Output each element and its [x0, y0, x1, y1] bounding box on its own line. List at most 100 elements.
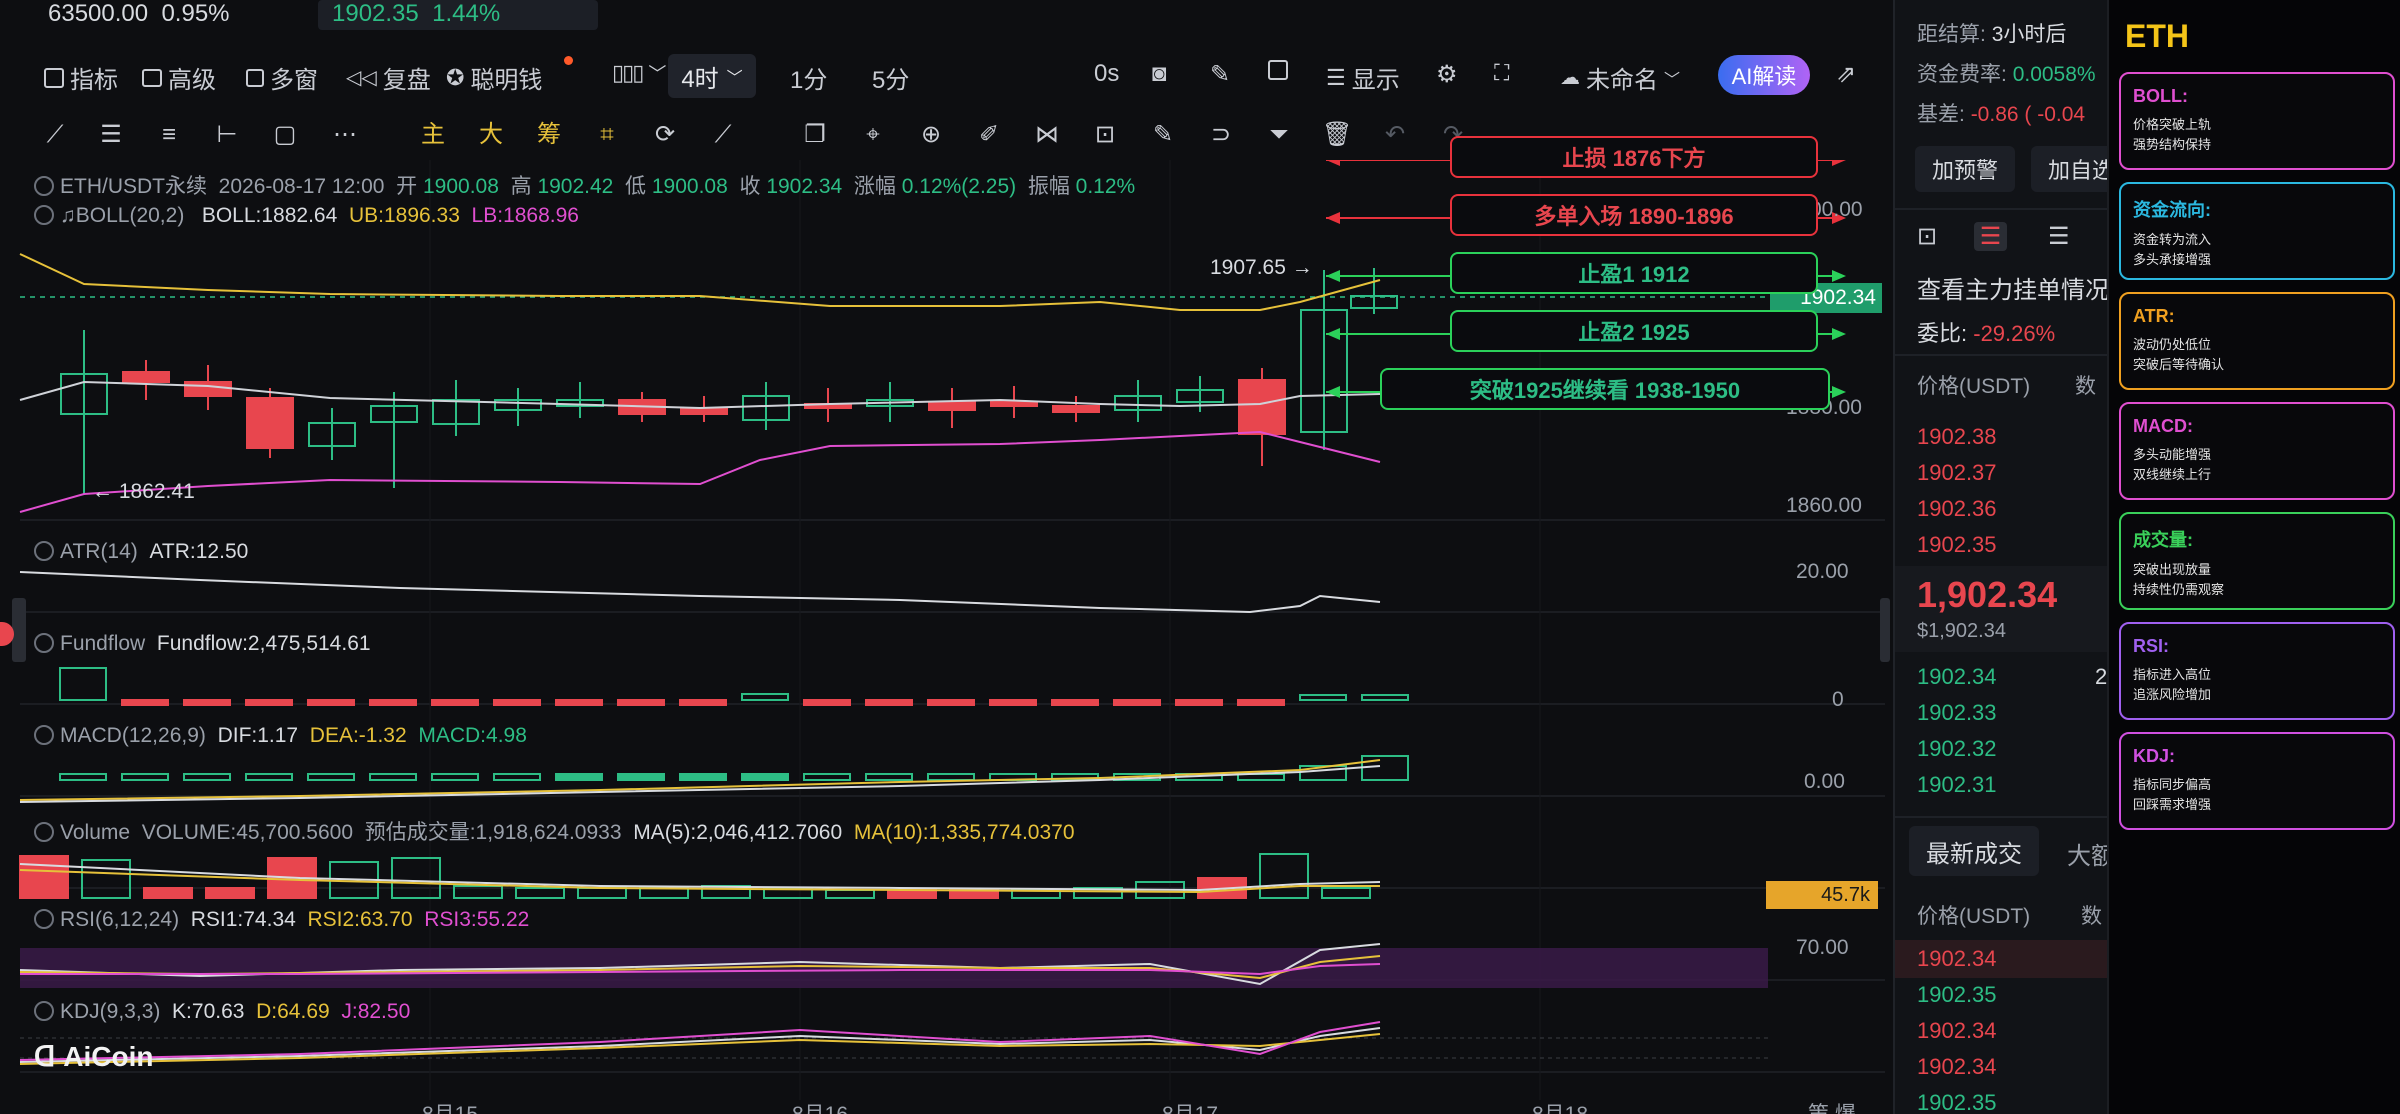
display-button[interactable]: ☰ 显示 — [1326, 60, 1400, 95]
collapse-icon[interactable] — [34, 725, 54, 745]
collapse-icon[interactable] — [34, 176, 54, 196]
ai-analysis-button[interactable]: AI解读 — [1718, 55, 1810, 95]
magnet-icon[interactable]: ⊃ — [1206, 120, 1236, 150]
measure-icon[interactable]: ⌖ — [858, 120, 888, 150]
undo-icon[interactable]: ↶ — [1380, 120, 1410, 150]
axis-low: 1860.00 — [1786, 494, 1862, 517]
share-icon[interactable]: ⇗ — [1836, 60, 1856, 89]
layout-name-selector[interactable]: ☁ 未命名 ﹀ — [1560, 60, 1680, 95]
hline-tool-icon[interactable]: ⊢ — [212, 120, 242, 150]
btc-change: 0.95% — [161, 0, 230, 27]
lock-icon[interactable]: ⊡ — [1090, 120, 1120, 150]
collapse-icon[interactable] — [34, 541, 54, 561]
orderbook-title[interactable]: 查看主力挂单情况 — [1917, 270, 2107, 305]
timeframe-5m[interactable]: 5分 — [872, 60, 909, 95]
collapse-icon[interactable] — [34, 205, 54, 225]
more-tools-icon[interactable]: ⋯ — [330, 120, 360, 150]
ruler-pen-icon[interactable]: ⟋ — [708, 120, 738, 150]
collapse-icon[interactable] — [34, 1001, 54, 1021]
zoom-in-icon[interactable]: ⊕ — [916, 120, 946, 150]
macd-bar — [307, 773, 355, 781]
chip-toggle[interactable]: 筹 — [534, 120, 564, 150]
timeframe-4h[interactable]: 4时 ﹀ — [668, 54, 756, 98]
ask-price[interactable]: 1902.36 — [1917, 496, 1997, 522]
mirror-icon[interactable]: ⋈ — [1032, 120, 1062, 150]
replay-button[interactable]: ◁◁ 复盘 — [346, 60, 431, 95]
settings-gear-icon[interactable]: ⚙ — [1436, 60, 1458, 89]
volume-bar — [1321, 887, 1371, 899]
add-panel-icon[interactable]: ⊡ — [1917, 223, 1937, 250]
orderbook-mode-icon[interactable]: ☰ — [1973, 222, 2008, 251]
parallel-lines-icon[interactable]: ☰ — [96, 120, 126, 150]
rewind-icon: ◁◁ — [346, 67, 377, 89]
annotation-entry: 多单入场 1890-1896 — [1450, 194, 1818, 236]
indicator-card-line: 双线继续上行 — [2133, 467, 2212, 482]
latest-trades-tab[interactable]: 最新成交 — [1909, 826, 2039, 876]
bid-price[interactable]: 1902.32 — [1917, 736, 1997, 762]
ask-price[interactable]: 1902.35 — [1917, 532, 1997, 558]
bottom-right-tools[interactable]: 策 爆 — [1808, 1098, 1856, 1114]
timeframe-0s[interactable]: 0s — [1094, 60, 1119, 88]
add-alert-button[interactable]: 加预警 — [1915, 146, 2015, 192]
multi-window-button[interactable]: 多窗 — [246, 60, 318, 95]
volume-legend: Volume VOLUME:45,700.5600 预估成交量:1,918,62… — [34, 816, 1075, 846]
last-price: 1,902.34 — [1917, 574, 2058, 615]
left-scroll-handle[interactable] — [12, 598, 26, 662]
rectangle-tool-icon[interactable]: ▢ — [270, 120, 300, 150]
chart-area[interactable]: 63500.00 0.95% 1902.35 1.44% 指标 高级 多窗 ◁◁… — [0, 0, 1890, 1114]
magic-icon[interactable]: ⌗ — [592, 120, 622, 150]
filter-icon[interactable]: ⏷ — [1264, 120, 1294, 150]
basis-row: 基差: -0.86 ( -0.04 — [1917, 103, 2086, 126]
macd-bar — [927, 773, 975, 781]
ask-price[interactable]: 1902.38 — [1917, 424, 1997, 450]
kdj-legend: KDJ(9,3,3) K:70.63 D:64.69 J:82.50 — [34, 1000, 410, 1024]
eraser-icon[interactable]: ✐ — [974, 120, 1004, 150]
collapse-icon[interactable] — [34, 822, 54, 842]
main-toggle[interactable]: 主 — [418, 120, 448, 150]
indicator-card-line: 价格突破上轨 — [2133, 117, 2212, 132]
refresh-icon[interactable]: ⟳ — [650, 120, 680, 150]
big-toggle[interactable]: 大 — [476, 120, 506, 150]
add-watchlist-button[interactable]: 加自选 — [2031, 146, 2107, 192]
indicator-card: 成交量: 突破出现放量 持续性仍需观察 — [2119, 512, 2395, 610]
bid-price[interactable]: 1902.34 — [1917, 664, 1997, 690]
indicator-card-title: MACD: — [2133, 416, 2193, 436]
collapse-icon[interactable] — [34, 633, 54, 653]
delete-icon[interactable]: 🗑 — [1322, 120, 1352, 150]
candle-body — [990, 401, 1038, 407]
line-tool-icon[interactable]: ⟋ — [40, 120, 70, 150]
eth-ticker[interactable]: 1902.35 1.44% — [318, 0, 598, 30]
smart-money-button[interactable]: ✪ 聪明钱 — [446, 56, 573, 95]
ask-price[interactable]: 1902.37 — [1917, 460, 1997, 486]
pen-icon[interactable]: ✎ — [1210, 60, 1230, 89]
indicators-button[interactable]: 指标 — [44, 60, 118, 95]
indicator-summary-panel: ETH BOLL: 价格突破上轨 强势结构保持 资金流向: 资金转为流入 多头承接增强 AT… — [2107, 0, 2400, 1114]
x-label: 8月15 — [422, 1098, 478, 1114]
boll-legend: ♫BOLL(20,2) BOLL:1882.64 UB:1896.33 LB:1… — [34, 204, 579, 228]
bid-price[interactable]: 1902.31 — [1917, 772, 1997, 798]
fullscreen-icon[interactable]: ⛶ — [1494, 60, 1509, 86]
list-mode-icon[interactable]: ☰ — [2048, 223, 2070, 250]
indicator-card-line: 指标同步偏高 — [2133, 777, 2212, 792]
bid-price[interactable]: 1902.33 — [1917, 700, 1997, 726]
fundflow-bar — [865, 699, 913, 706]
macd-bar — [803, 773, 851, 781]
copy-icon[interactable]: ❐ — [800, 120, 830, 150]
rsi-legend: RSI(6,12,24) RSI1:74.34 RSI2:63.70 RSI3:… — [34, 908, 529, 932]
candle-body — [1052, 405, 1100, 413]
horizontal-lines-icon[interactable]: ≡ — [154, 120, 184, 150]
add-chart-icon[interactable] — [1268, 60, 1288, 80]
macd-bar — [741, 773, 789, 781]
edit-list-icon[interactable]: ✎ — [1148, 120, 1178, 150]
large-trades-tab[interactable]: 大额 — [2067, 836, 2107, 871]
advanced-button[interactable]: 高级 — [142, 60, 216, 95]
volume-bar — [81, 859, 131, 899]
btc-ticker[interactable]: 63500.00 0.95% — [48, 0, 230, 28]
timeframe-1m[interactable]: 1分 — [790, 60, 827, 95]
low-marker: ← 1862.41 — [92, 480, 195, 503]
fundflow-bar — [307, 699, 355, 706]
collapse-icon[interactable] — [34, 909, 54, 929]
camera-icon[interactable]: ◙ — [1152, 60, 1167, 88]
candle-type-selector[interactable]: ▯▯▯ ﹀ — [612, 60, 666, 86]
right-scroll-handle[interactable] — [1880, 598, 1890, 662]
